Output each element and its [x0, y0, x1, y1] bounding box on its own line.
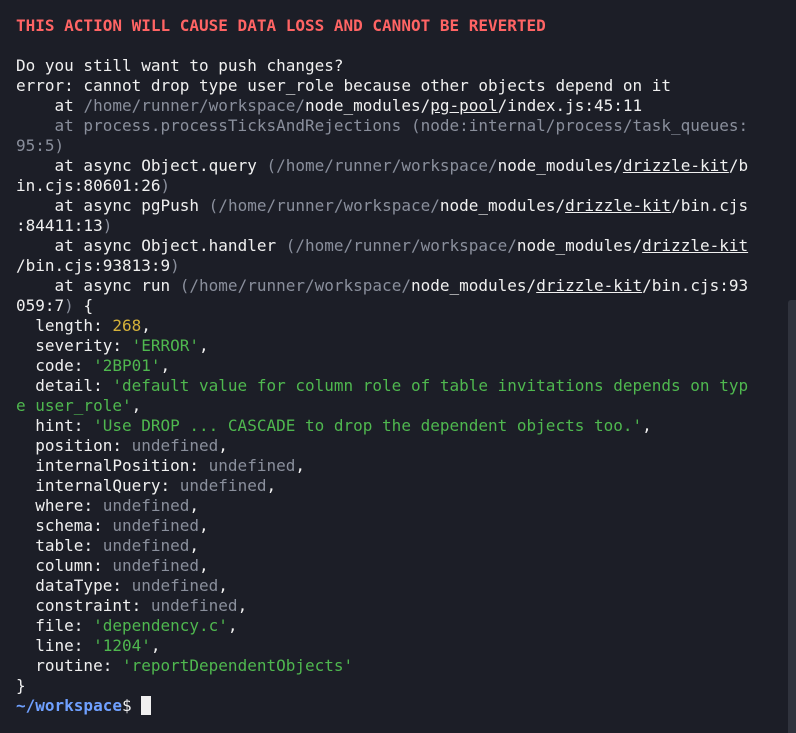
stack-frame-object-query-wrap: in.cjs:80601:26)	[16, 176, 171, 195]
prop-length: length: 268,	[35, 316, 151, 335]
prop-position: position: undefined,	[35, 436, 228, 455]
prop-detail-wrap: e user_role',	[16, 396, 142, 415]
prop-routine: routine: 'reportDependentObjects'	[35, 656, 354, 675]
prop-schema: schema: undefined,	[35, 516, 209, 535]
prompt-path: ~/workspace	[16, 696, 122, 715]
prop-hint: hint: 'Use DROP ... CASCADE to drop the …	[35, 416, 652, 435]
prompt-symbol: $	[121, 696, 132, 715]
data-loss-warning: THIS ACTION WILL CAUSE DATA LOSS AND CAN…	[16, 16, 546, 35]
prop-file: file: 'dependency.c',	[35, 616, 238, 635]
prop-detail: detail: 'default value for column role o…	[35, 376, 749, 395]
prop-where: where: undefined,	[35, 496, 200, 515]
stack-frame-pg-pool: at /home/runner/workspace/node_modules/p…	[54, 96, 643, 115]
prop-code: code: '2BP01',	[35, 356, 171, 375]
stack-frame-object-handler-wrap: /bin.cjs:93813:9)	[16, 256, 180, 275]
close-brace: }	[16, 676, 26, 695]
stack-frame-run: at async run (/home/runner/workspace/nod…	[54, 276, 749, 295]
prop-data-type: dataType: undefined,	[35, 576, 228, 595]
prop-severity: severity: 'ERROR',	[35, 336, 209, 355]
text-cursor	[140, 696, 151, 715]
push-confirm-question: Do you still want to push changes?	[16, 56, 344, 75]
stack-frame-process-wrap: 95:5)	[16, 136, 65, 155]
error-message: error: cannot drop type user_role becaus…	[16, 76, 672, 95]
prop-table: table: undefined,	[35, 536, 200, 555]
stack-frame-object-handler: at async Object.handler (/home/runner/wo…	[54, 236, 749, 255]
vertical-scrollbar[interactable]	[788, 300, 796, 733]
shell-prompt[interactable]: ~/workspace$	[16, 696, 796, 716]
prop-column: column: undefined,	[35, 556, 209, 575]
stack-frame-pgpush: at async pgPush (/home/runner/workspace/…	[54, 196, 749, 215]
stack-frame-process: at process.processTicksAndRejections (no…	[54, 116, 749, 135]
stack-frame-pgpush-wrap: :84411:13)	[16, 216, 113, 235]
stack-frame-run-wrap: 059:7) {	[16, 296, 94, 315]
stack-frame-object-query: at async Object.query (/home/runner/work…	[54, 156, 749, 175]
prop-internal-position: internalPosition: undefined,	[35, 456, 305, 475]
terminal-window[interactable]: THIS ACTION WILL CAUSE DATA LOSS AND CAN…	[0, 0, 796, 733]
prop-internal-query: internalQuery: undefined,	[35, 476, 277, 495]
prop-constraint: constraint: undefined,	[35, 596, 248, 615]
prop-line: line: '1204',	[35, 636, 161, 655]
